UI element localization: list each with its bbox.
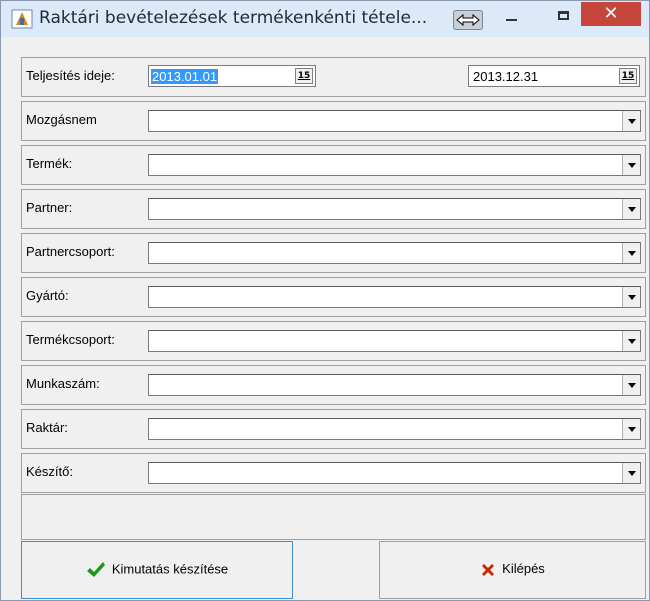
date-from-value: 2013.01.01 [151, 69, 219, 84]
raktar-label: Raktár: [26, 420, 68, 435]
calendar-icon[interactable]: 15 [295, 68, 313, 84]
date-to-field[interactable]: 2013.12.31 15 [468, 65, 640, 87]
partnercsoport-label: Partnercsoport: [26, 244, 115, 259]
dropdown-button[interactable] [622, 111, 640, 131]
termekcsoport-combo[interactable] [148, 330, 641, 352]
window-title: Raktári bevételezések termékenkénti téte… [39, 8, 428, 28]
row-raktar: Raktár: [21, 409, 646, 449]
status-panel [21, 494, 646, 540]
exit-content: Kilépés [380, 561, 645, 578]
app-icon [11, 9, 33, 29]
generate-report-content: Kimutatás készítése [22, 561, 292, 579]
keszito-label: Készítő: [26, 464, 73, 479]
row-gyarto: Gyártó: [21, 277, 646, 317]
row-mozgasnem: Mozgásnem [21, 101, 646, 141]
dropdown-button[interactable] [622, 463, 640, 483]
chevron-down-icon [628, 471, 636, 476]
dropdown-button[interactable] [622, 155, 640, 175]
calendar-icon[interactable]: 15 [619, 68, 637, 84]
dropdown-button[interactable] [622, 419, 640, 439]
keszito-combo[interactable] [148, 462, 641, 484]
checkmark-icon [86, 562, 105, 577]
close-button[interactable]: ✕ [581, 2, 641, 26]
dropdown-button[interactable] [622, 375, 640, 395]
chevron-down-icon [628, 163, 636, 168]
maximize-button[interactable] [558, 11, 569, 20]
resize-cursor-icon [453, 10, 483, 30]
chevron-down-icon [628, 119, 636, 124]
chevron-down-icon [628, 207, 636, 212]
partner-label: Partner: [26, 200, 73, 215]
partnercsoport-combo[interactable] [148, 242, 641, 264]
termekcsoport-label: Termékcsoport: [26, 332, 115, 347]
exit-label: Kilépés [502, 561, 545, 576]
row-keszito: Készítő: [21, 453, 646, 493]
raktar-combo[interactable] [148, 418, 641, 440]
gyarto-combo[interactable] [148, 286, 641, 308]
munkaszam-label: Munkaszám: [26, 376, 100, 391]
chevron-down-icon [628, 339, 636, 344]
partner-combo[interactable] [148, 198, 641, 220]
row-munkaszam: Munkaszám: [21, 365, 646, 405]
title-bar[interactable]: Raktári bevételezések termékenkénti téte… [1, 1, 649, 37]
gyarto-label: Gyártó: [26, 288, 69, 303]
dropdown-button[interactable] [622, 287, 640, 307]
date-range-label: Teljesítés ideje: [26, 68, 115, 83]
chevron-down-icon [628, 427, 636, 432]
row-termek: Termék: [21, 145, 646, 185]
dropdown-button[interactable] [622, 331, 640, 351]
dropdown-button[interactable] [622, 199, 640, 219]
report-window: Raktári bevételezések termékenkénti téte… [0, 0, 650, 601]
date-from-field[interactable]: 2013.01.01 15 [148, 65, 316, 87]
row-partner: Partner: [21, 189, 646, 229]
chevron-down-icon [628, 295, 636, 300]
mozgasnem-label: Mozgásnem [26, 112, 97, 127]
mozgasnem-combo[interactable] [148, 110, 641, 132]
chevron-down-icon [628, 383, 636, 388]
termek-combo[interactable] [148, 154, 641, 176]
row-partnercsoport: Partnercsoport: [21, 233, 646, 273]
dropdown-button[interactable] [622, 243, 640, 263]
generate-report-label: Kimutatás készítése [111, 561, 229, 577]
x-icon [482, 563, 495, 576]
exit-button[interactable]: Kilépés [379, 541, 646, 599]
termek-label: Termék: [26, 156, 73, 171]
chevron-down-icon [628, 251, 636, 256]
row-termekcsoport: Termékcsoport: [21, 321, 646, 361]
row-date-range: Teljesítés ideje: 2013.01.01 15 2013.12.… [21, 57, 646, 97]
generate-report-button[interactable]: Kimutatás készítése [21, 541, 293, 599]
minimize-button[interactable] [506, 19, 517, 21]
munkaszam-combo[interactable] [148, 374, 641, 396]
date-to-value: 2013.12.31 [473, 69, 539, 84]
